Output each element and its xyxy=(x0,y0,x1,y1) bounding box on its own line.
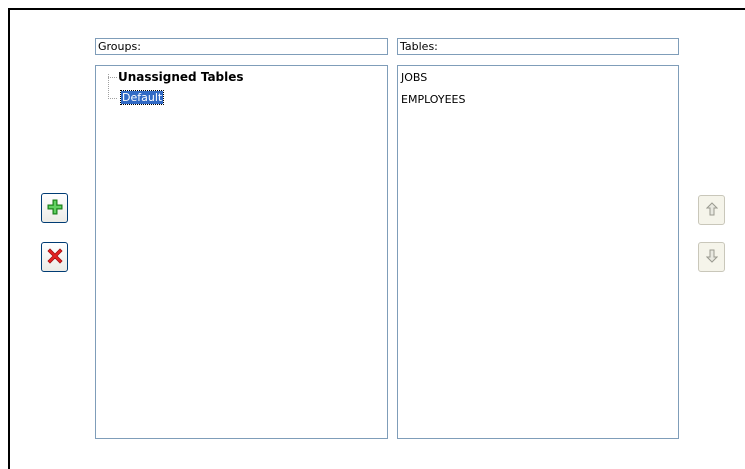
list-item[interactable]: EMPLOYEES xyxy=(401,92,465,108)
list-item[interactable]: JOBS xyxy=(401,70,427,86)
arrow-up-icon xyxy=(705,201,718,219)
tables-label: Tables: xyxy=(397,38,679,55)
groups-label: Groups: xyxy=(95,38,388,55)
tree-item-default-label: Default xyxy=(119,90,165,105)
plus-icon xyxy=(47,199,63,218)
delete-x-icon xyxy=(46,247,64,268)
groups-tree[interactable]: Unassigned Tables Default xyxy=(95,65,388,439)
move-down-button[interactable] xyxy=(698,242,725,272)
tree-connector xyxy=(108,77,117,78)
tables-list[interactable]: JOBS EMPLOYEES xyxy=(397,65,679,439)
arrow-down-icon xyxy=(705,249,718,266)
tree-item-default[interactable]: Default xyxy=(119,90,165,106)
add-group-button[interactable] xyxy=(41,193,68,223)
move-up-button[interactable] xyxy=(698,195,725,225)
tree-item-unassigned-tables[interactable]: Unassigned Tables xyxy=(118,69,244,85)
tree-connector xyxy=(108,98,117,99)
delete-group-button[interactable] xyxy=(41,242,68,272)
